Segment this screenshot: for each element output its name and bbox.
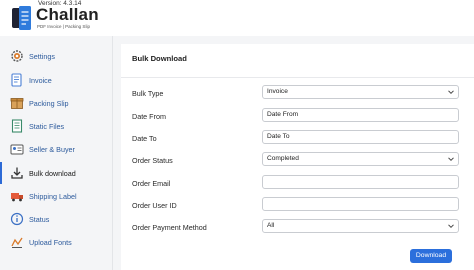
sidebar-divider (112, 36, 113, 270)
order-status-value: Completed (267, 155, 299, 162)
chevron-down-icon (448, 157, 454, 162)
payment-method-value: All (267, 222, 275, 229)
sidebar-item-label: Packing Slip (29, 98, 69, 108)
sidebar-item-label: Upload Fonts (29, 237, 72, 247)
sidebar-item-label: Bulk download (29, 168, 76, 178)
chevron-down-icon (448, 90, 454, 95)
sidebar-item-seller-buyer[interactable]: Seller & Buyer (0, 138, 112, 160)
sidebar-item-settings[interactable]: Settings (0, 45, 112, 67)
sidebar-item-invoice[interactable]: Invoice (0, 69, 112, 91)
sidebar-item-label: Status (29, 214, 50, 224)
chevron-down-icon (448, 224, 454, 229)
challan-logo-icon (12, 6, 31, 30)
payment-method-label: Order Payment Method (132, 223, 207, 232)
payment-method-select[interactable]: All (262, 219, 459, 233)
download-icon (11, 167, 23, 179)
panel-divider (121, 77, 474, 78)
sidebar-item-label: Invoice (29, 75, 52, 85)
bulk-type-select[interactable]: Invoice (262, 85, 459, 99)
gear-icon (11, 50, 23, 62)
package-icon (10, 98, 24, 109)
sidebar-item-label: Seller & Buyer (29, 144, 75, 154)
handshake-icon (10, 144, 24, 155)
download-button[interactable]: Download (410, 249, 452, 263)
invoice-icon (11, 73, 22, 87)
order-email-input[interactable] (262, 175, 459, 189)
sidebar-item-upload-fonts[interactable]: Upload Fonts (0, 231, 112, 253)
order-email-label: Order Email (132, 179, 171, 188)
info-icon (10, 212, 24, 226)
panel-title: Bulk Download (132, 54, 187, 63)
date-to-value: Date To (267, 133, 290, 140)
bulk-type-label: Bulk Type (132, 89, 164, 98)
app-header: Version: 4.3.14 Challan PDF Invoice | Pa… (0, 0, 474, 36)
document-icon (11, 119, 23, 133)
brand-name: Challan (36, 5, 99, 24)
order-user-id-label: Order User ID (132, 201, 177, 210)
bulk-type-value: Invoice (267, 88, 288, 95)
date-to-input[interactable]: Date To (262, 130, 459, 144)
upload-icon (11, 237, 23, 248)
date-from-value: Date From (267, 111, 299, 118)
order-status-select[interactable]: Completed (262, 152, 459, 166)
sidebar-item-shipping-label[interactable]: Shipping Label (0, 185, 112, 207)
sidebar-item-label: Shipping Label (29, 191, 77, 201)
order-status-label: Order Status (132, 156, 173, 165)
bulk-download-panel: Bulk Download Bulk Type Invoice Date Fro… (121, 44, 474, 270)
sidebar-item-packing-slip[interactable]: Packing Slip (0, 92, 112, 114)
sidebar: Settings Invoice Packing Slip Static Fil… (0, 38, 112, 270)
date-from-label: Date From (132, 112, 166, 121)
date-from-input[interactable]: Date From (262, 108, 459, 122)
sidebar-item-status[interactable]: Status (0, 208, 112, 230)
date-to-label: Date To (132, 134, 157, 143)
brand-tagline: PDF Invoice | Packing Slip (37, 24, 90, 29)
order-user-id-input[interactable] (262, 197, 459, 211)
sidebar-item-bulk-download[interactable]: Bulk download (0, 162, 112, 184)
sidebar-item-label: Static Files (29, 121, 65, 131)
sidebar-item-static-files[interactable]: Static Files (0, 115, 112, 137)
truck-icon (11, 193, 23, 202)
sidebar-item-label: Settings (29, 51, 55, 61)
